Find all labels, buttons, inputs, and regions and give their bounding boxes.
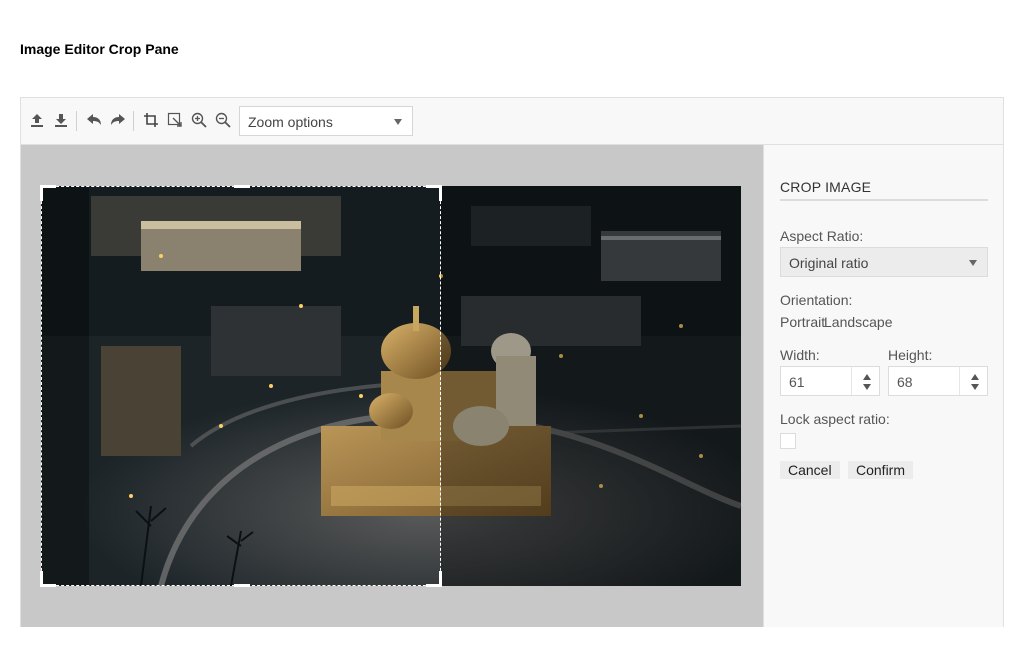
crop-handle-top-left[interactable]: [40, 185, 43, 201]
crop-panel: CROP IMAGE Aspect Ratio: Original ratio …: [763, 145, 1003, 627]
image-editor: Zoom options CROP IMAGE Aspect Ratio: Or…: [20, 97, 1004, 627]
zoom-options-label: Zoom options: [248, 114, 333, 130]
redo-icon[interactable]: [108, 110, 128, 130]
confirm-button[interactable]: Confirm: [848, 461, 914, 479]
chevron-down-icon: [394, 119, 402, 125]
lock-aspect-label: Lock aspect ratio:: [780, 411, 890, 427]
width-increment-icon[interactable]: [863, 374, 871, 380]
toolbar-separator: [133, 111, 134, 131]
orientation-portrait[interactable]: Portrait: [780, 314, 825, 330]
crop-handle-top[interactable]: [234, 185, 250, 188]
aspect-ratio-label: Aspect Ratio:: [780, 228, 864, 244]
lock-aspect-checkbox[interactable]: [780, 433, 796, 449]
stepper-divider: [959, 367, 960, 395]
crop-handle-bottom-right[interactable]: [439, 571, 442, 587]
width-input[interactable]: 61: [780, 366, 880, 396]
orientation-landscape[interactable]: Landscape: [824, 314, 893, 330]
zoom-in-icon[interactable]: [189, 110, 209, 130]
crop-panel-title: CROP IMAGE: [780, 179, 988, 201]
width-decrement-icon[interactable]: [863, 384, 871, 390]
crop-handle-bottom-left[interactable]: [40, 571, 43, 587]
width-label: Width:: [780, 347, 820, 363]
crop-selection-box[interactable]: [40, 185, 442, 587]
undo-icon[interactable]: [84, 110, 104, 130]
height-input[interactable]: 68: [888, 366, 988, 396]
download-icon[interactable]: [51, 110, 71, 130]
crop-handle-bottom[interactable]: [234, 584, 250, 587]
width-value: 61: [789, 374, 805, 390]
crop-handle-top-right[interactable]: [439, 185, 442, 201]
page-title: Image Editor Crop Pane: [20, 41, 179, 57]
image-canvas: [21, 145, 763, 627]
height-increment-icon[interactable]: [971, 374, 979, 380]
stepper-divider: [851, 367, 852, 395]
toolbar: Zoom options: [21, 98, 1003, 145]
aspect-ratio-dropdown[interactable]: Original ratio: [780, 247, 988, 277]
open-icon[interactable]: [27, 110, 47, 130]
cancel-button[interactable]: Cancel: [780, 461, 840, 479]
zoom-out-icon[interactable]: [213, 110, 233, 130]
height-value: 68: [897, 374, 913, 390]
zoom-options-dropdown[interactable]: Zoom options: [239, 106, 413, 136]
height-label: Height:: [888, 347, 933, 363]
chevron-down-icon: [969, 260, 977, 266]
toolbar-separator: [76, 111, 77, 131]
aspect-ratio-value: Original ratio: [789, 255, 869, 271]
orientation-label: Orientation:: [780, 292, 853, 308]
crop-icon[interactable]: [141, 110, 161, 130]
transform-icon[interactable]: [165, 110, 185, 130]
height-decrement-icon[interactable]: [971, 384, 979, 390]
